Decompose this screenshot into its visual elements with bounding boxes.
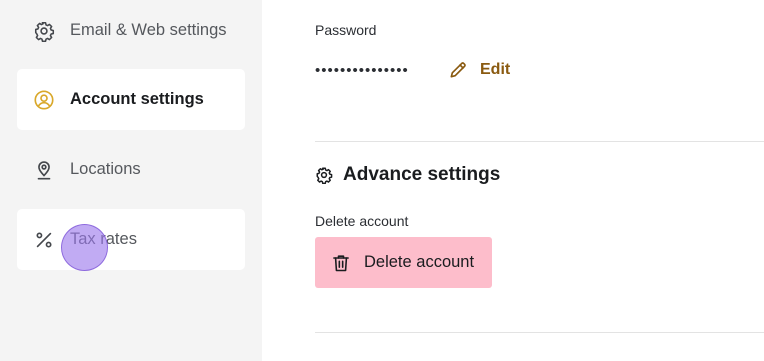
pencil-icon — [448, 60, 468, 80]
location-pin-icon — [33, 159, 55, 181]
gear-icon — [33, 20, 55, 42]
advance-settings-title: Advance settings — [343, 164, 501, 185]
gear-icon — [315, 166, 333, 184]
sidebar: Email & Web settings Account settings Lo… — [0, 0, 262, 361]
password-label: Password — [315, 22, 377, 38]
trash-icon — [331, 253, 351, 273]
account-settings-panel: Password ••••••••••••••• Edit Advance se… — [262, 0, 764, 361]
sidebar-item-account-settings[interactable]: Account settings — [17, 69, 245, 130]
password-value: ••••••••••••••• — [315, 62, 409, 79]
edit-password-button[interactable]: Edit — [448, 60, 510, 80]
edit-label: Edit — [480, 61, 511, 78]
sidebar-item-tax-rates[interactable]: Tax rates — [17, 209, 245, 270]
sidebar-item-locations[interactable]: Locations — [17, 139, 245, 200]
percent-icon — [33, 229, 55, 251]
delete-account-button[interactable]: Delete account — [315, 237, 492, 288]
divider — [315, 141, 764, 142]
sidebar-item-label: Email & Web settings — [70, 21, 227, 39]
sidebar-item-label: Account settings — [70, 90, 204, 108]
sidebar-item-email-web-settings[interactable]: Email & Web settings — [17, 0, 245, 61]
user-circle-icon — [33, 89, 55, 111]
sidebar-item-label: Locations — [70, 160, 141, 178]
delete-account-button-label: Delete account — [364, 253, 475, 271]
advance-settings-heading: Advance settings — [315, 164, 500, 186]
delete-account-label: Delete account — [315, 213, 409, 229]
divider — [315, 332, 764, 333]
sidebar-item-label: Tax rates — [70, 230, 137, 248]
